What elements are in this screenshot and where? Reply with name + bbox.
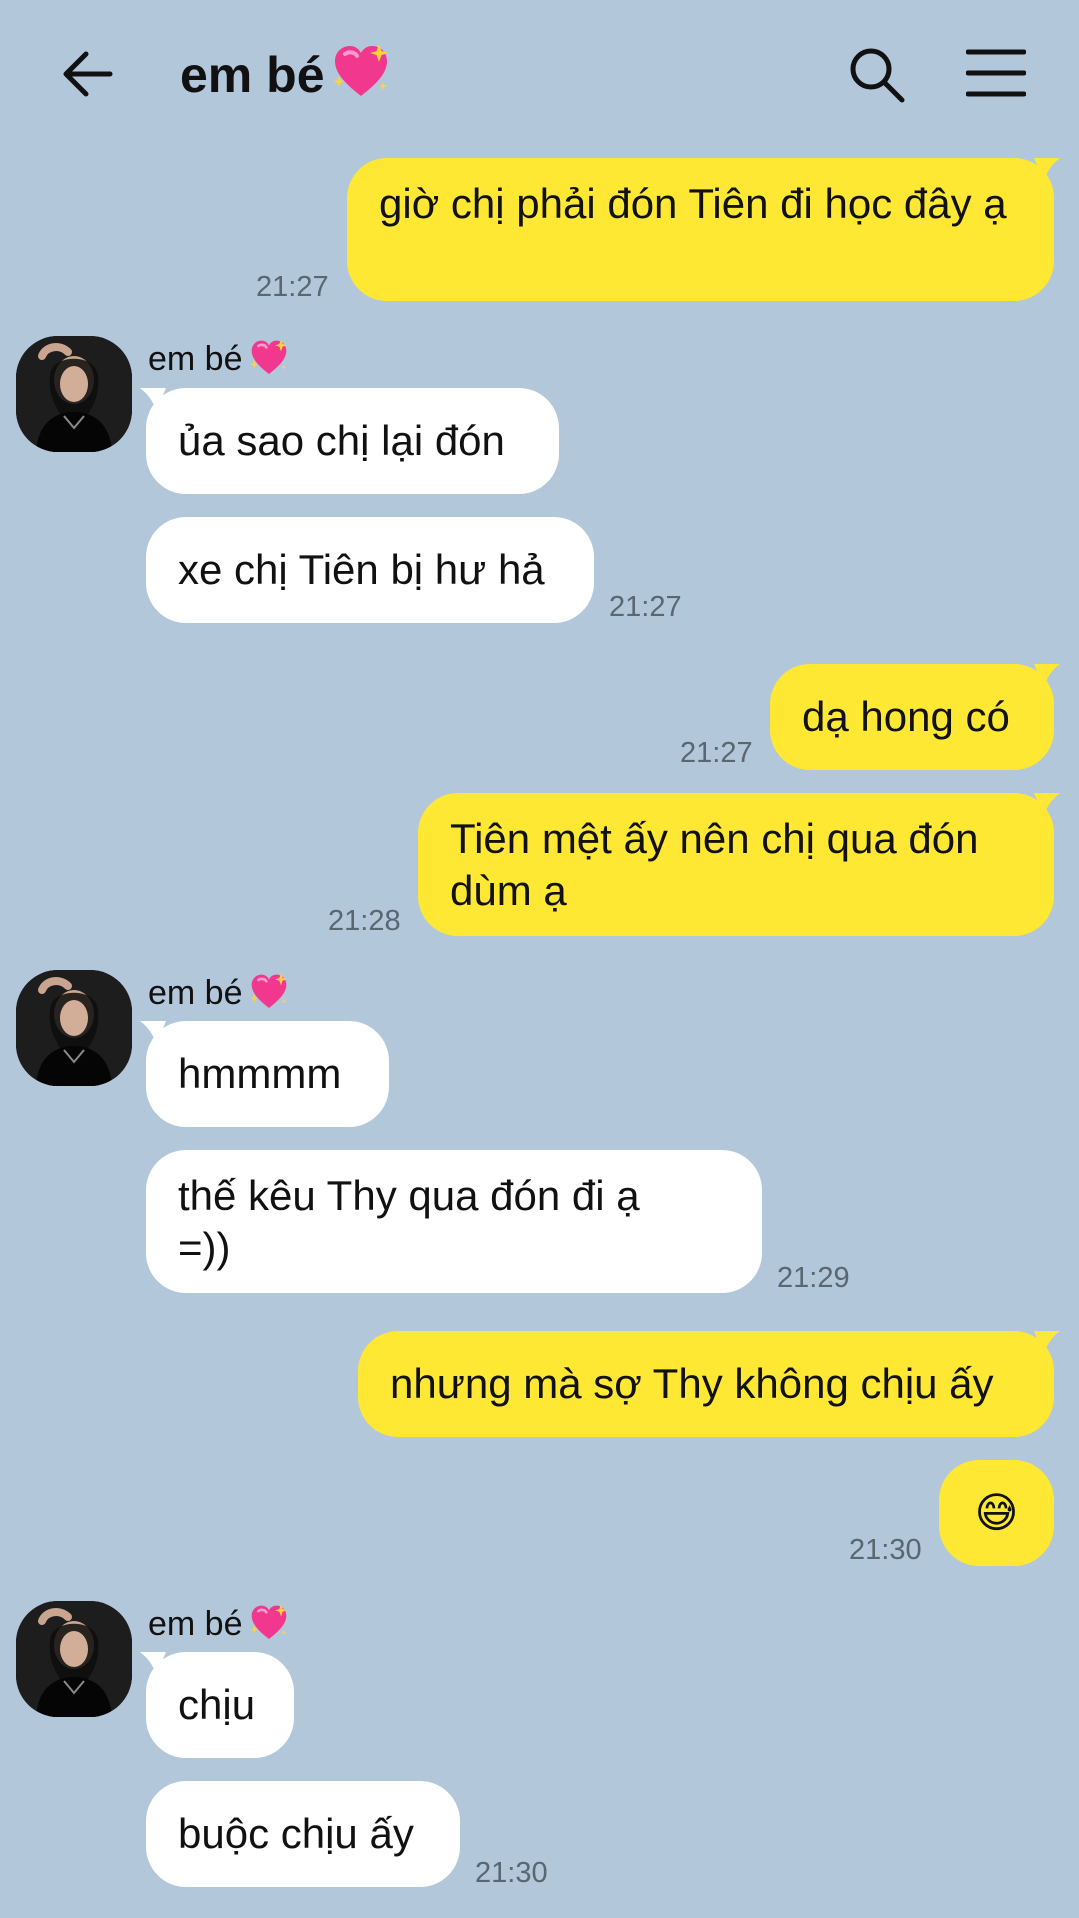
menu-button[interactable] <box>965 48 1027 98</box>
back-button[interactable] <box>58 44 118 104</box>
message-text: chịu <box>178 1681 256 1728</box>
bubble-tail <box>1034 158 1060 182</box>
arrow-left-icon <box>63 51 113 97</box>
page-title: em bé <box>180 42 391 107</box>
message-text: giờ chị phải đón Tiên đi học đây ạ <box>379 180 1007 227</box>
search-button[interactable] <box>848 46 906 104</box>
message-text: dạ hong có <box>802 693 1010 740</box>
message-timestamp: 21:27 <box>256 271 329 303</box>
bubble-tail <box>1034 1331 1060 1355</box>
sparkling-heart-icon <box>249 1603 289 1643</box>
message-timestamp: 21:27 <box>680 737 753 769</box>
their-message-bubble[interactable]: buộc chịu ấy <box>146 1781 460 1887</box>
sender-name: em bé <box>148 972 289 1013</box>
sender-name-text: em bé <box>148 1605 243 1643</box>
message-timestamp: 21:27 <box>609 591 682 623</box>
message-text: Tiên mệt ấy nên chị qua đón dùm ạ <box>450 815 979 914</box>
their-message-bubble[interactable]: hmmmm <box>146 1021 389 1127</box>
sender-name: em bé <box>148 1603 289 1644</box>
message-text: ủa sao chị lại đón <box>178 417 505 464</box>
message-timestamp: 21:30 <box>475 1857 548 1889</box>
their-message-bubble[interactable]: xe chị Tiên bị hư hả <box>146 517 594 623</box>
their-message-bubble[interactable]: ủa sao chị lại đón <box>146 388 559 494</box>
message-timestamp: 21:29 <box>777 1262 850 1294</box>
grinning-sweat-emoji: 😅 <box>974 1489 1019 1536</box>
message-text: xe chị Tiên bị hư hả <box>178 546 545 593</box>
sparkling-heart-icon <box>249 338 289 378</box>
search-icon <box>850 48 905 103</box>
bubble-tail <box>1034 664 1060 688</box>
chat-title-text: em bé <box>180 47 325 103</box>
contact-avatar[interactable] <box>16 336 132 452</box>
sender-name-text: em bé <box>148 974 243 1012</box>
hamburger-menu-icon <box>965 49 1027 97</box>
message-text: buộc chịu ấy <box>178 1810 414 1857</box>
message-text: hmmmm <box>178 1050 342 1097</box>
message-timestamp: 21:28 <box>328 905 401 937</box>
their-message-bubble[interactable]: thế kêu Thy qua đón đi ạ =)) <box>146 1150 762 1293</box>
my-message-bubble[interactable]: dạ hong có <box>770 664 1054 770</box>
my-message-bubble[interactable]: 😅 <box>939 1460 1054 1566</box>
bubble-tail <box>1034 793 1060 817</box>
sparkling-heart-icon <box>331 42 391 102</box>
my-message-bubble[interactable]: Tiên mệt ấy nên chị qua đón dùm ạ <box>418 793 1054 936</box>
sender-name: em bé <box>148 338 289 379</box>
message-text: nhưng mà sợ Thy không chịu ấy <box>390 1360 994 1407</box>
sender-name-text: em bé <box>148 340 243 378</box>
message-text: thế kêu Thy qua đón đi ạ =)) <box>178 1172 640 1271</box>
message-timestamp: 21:30 <box>849 1534 922 1566</box>
their-message-bubble[interactable]: chịu <box>146 1652 294 1758</box>
my-message-bubble[interactable]: giờ chị phải đón Tiên đi học đây ạ <box>347 158 1054 301</box>
my-message-bubble[interactable]: nhưng mà sợ Thy không chịu ấy <box>358 1331 1054 1437</box>
chat-header: em bé <box>0 0 1079 150</box>
contact-avatar[interactable] <box>16 970 132 1086</box>
sparkling-heart-icon <box>249 972 289 1012</box>
contact-avatar[interactable] <box>16 1601 132 1717</box>
